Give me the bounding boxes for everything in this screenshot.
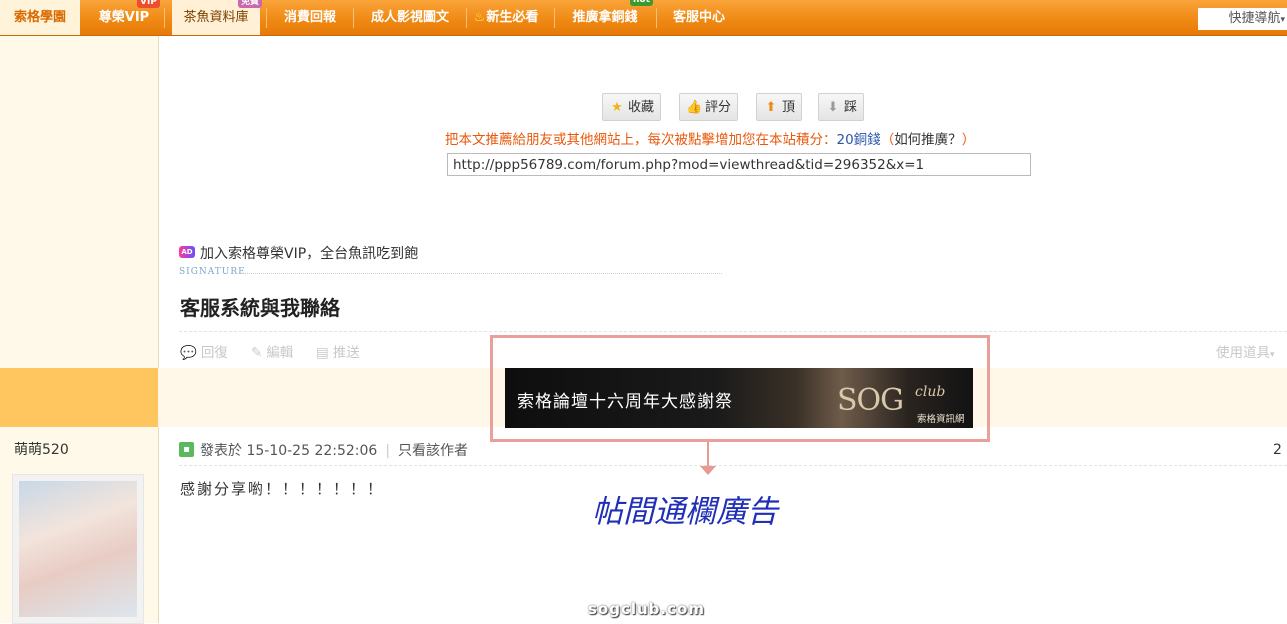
nav-divider — [353, 8, 354, 28]
recommend-text: 把本文推薦給朋友或其他網站上，每次被點擊增加您在本站積分： — [445, 132, 837, 148]
nav-divider — [466, 8, 467, 28]
recommend-notice: 把本文推薦給朋友或其他網站上，每次被點擊增加您在本站積分：20銅錢（如何推廣？） — [445, 128, 975, 148]
recommend-points: 20銅錢 — [836, 132, 881, 148]
post-status-icon: ▪ — [179, 442, 194, 457]
paren-open: （ — [880, 132, 895, 148]
share-url-input[interactable] — [447, 153, 1031, 176]
use-item-button[interactable]: 使用道具▾ — [1216, 341, 1275, 361]
edit-button[interactable]: ✎ 編輯 — [251, 341, 293, 361]
signature-divider — [242, 273, 722, 274]
arrow-down-icon — [700, 466, 716, 475]
nav-divider — [554, 8, 555, 28]
site-watermark: sogclub.com — [588, 600, 705, 618]
push-label: 推送 — [332, 345, 360, 361]
ad-icon: AD — [179, 246, 195, 258]
quick-nav-button[interactable]: 快捷導航▾ — [1198, 8, 1287, 30]
post-date: 發表於 15-10-25 22:52:06 — [200, 443, 378, 459]
annotation-highlight-box — [490, 335, 990, 442]
push-button[interactable]: ▤ 推送 — [316, 341, 360, 361]
nav-item-academy[interactable]: 索格學園 — [0, 0, 80, 35]
signature-text: 客服系統與我聯絡 — [180, 296, 340, 320]
post-meta: 發表於 15-10-25 22:52:06 | 只看該作者 — [200, 440, 468, 460]
paren-close: ） — [961, 132, 976, 148]
top-nav: 索格學園 尊榮VIP VIP 茶魚資料庫 免費 消費回報 成人影視圖文 ♨新生必… — [0, 0, 1287, 36]
flame-icon: ♨ — [473, 10, 486, 25]
nav-divider — [164, 8, 165, 28]
arrow-up-icon: ⬆ — [765, 100, 777, 115]
author-username[interactable]: 萌萌520 — [14, 439, 69, 459]
nav-item-newbie-label: 新生必看 — [486, 10, 539, 25]
chevron-down-icon: ▾ — [1270, 350, 1275, 360]
chevron-down-icon: ▾ — [1280, 15, 1285, 25]
only-author-link[interactable]: 只看該作者 — [398, 443, 468, 459]
use-item-label: 使用道具 — [1216, 345, 1270, 361]
rate-label: 評分 — [705, 100, 732, 115]
upvote-button[interactable]: ⬆ 頂 — [756, 93, 803, 121]
star-icon: ★ — [611, 100, 623, 115]
downvote-button[interactable]: ⬇ 踩 — [818, 93, 865, 121]
reply-content: 感謝分享喲！！！！！！！ — [180, 480, 385, 498]
arrow-down-icon: ⬇ — [827, 100, 839, 115]
pencil-icon: ✎ — [251, 345, 263, 361]
avatar-image — [19, 481, 137, 617]
meta-separator: | — [385, 443, 391, 459]
hot-badge: hot — [630, 0, 653, 6]
floor-number[interactable]: 2 — [1273, 442, 1282, 458]
rate-button[interactable]: 👍 評分 — [679, 93, 739, 121]
edit-label: 編輯 — [266, 345, 294, 361]
upvote-label: 頂 — [782, 100, 796, 115]
signature-label: SIGNATURE — [179, 267, 246, 277]
reply-divider — [179, 465, 1287, 466]
reply-label: 回復 — [200, 345, 228, 361]
nav-divider — [266, 8, 267, 28]
nav-item-newbie[interactable]: ♨新生必看 — [470, 0, 542, 35]
how-to-promote-link[interactable]: 如何推廣？ — [894, 132, 962, 148]
avatar[interactable] — [12, 474, 144, 624]
free-badge: 免費 — [238, 0, 263, 8]
nav-divider — [656, 8, 657, 28]
favorite-label: 收藏 — [628, 100, 655, 115]
favorite-button[interactable]: ★ 收藏 — [602, 93, 662, 121]
nav-item-adult-media[interactable]: 成人影視圖文 — [360, 0, 460, 35]
nav-item-reports[interactable]: 消費回報 — [274, 0, 346, 35]
downvote-label: 踩 — [844, 100, 858, 115]
post-divider — [179, 331, 1287, 332]
thumbs-up-icon: 👍 — [686, 100, 703, 115]
reply-button[interactable]: 💬 回復 — [180, 341, 228, 361]
quick-nav-label: 快捷導航 — [1228, 11, 1281, 26]
annotation-callout: 帖間通欄廣告 — [592, 494, 778, 530]
speech-bubble-icon: 💬 — [180, 345, 197, 361]
ad-text-link[interactable]: 加入索格尊榮VIP，全台魚訊吃到飽 — [200, 243, 418, 263]
document-icon: ▤ — [316, 345, 329, 361]
vip-badge: VIP — [137, 0, 160, 8]
nav-item-support[interactable]: 客服中心 — [664, 0, 734, 35]
sidebar-ad-band — [0, 368, 158, 427]
